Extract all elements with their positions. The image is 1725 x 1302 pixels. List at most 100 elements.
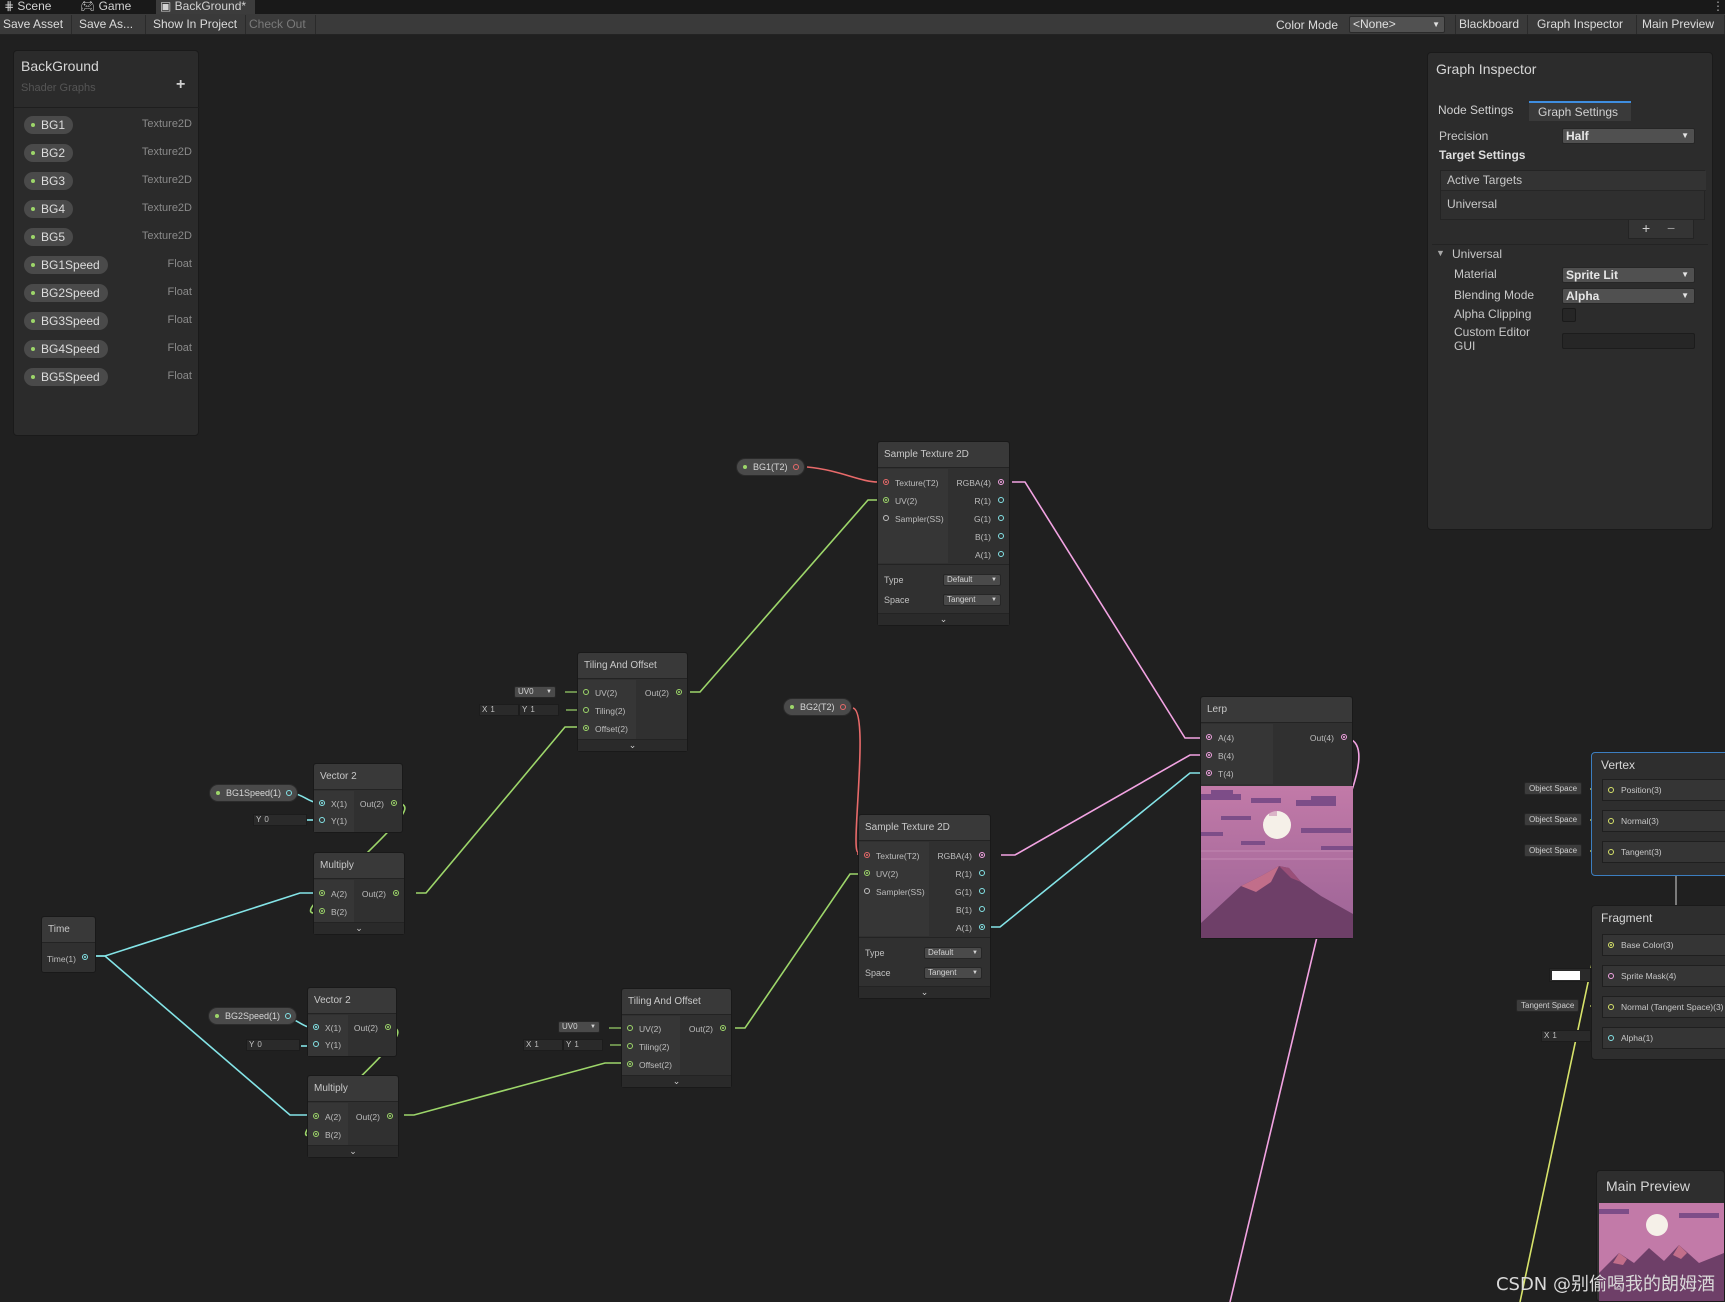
vector2-port-icon[interactable]	[583, 689, 589, 695]
vector4-port-icon[interactable]	[979, 852, 985, 858]
vector3-port-icon[interactable]	[1608, 849, 1614, 855]
uv-channel-select[interactable]: UV0 ▼	[514, 686, 556, 698]
vector2-port-icon[interactable]	[385, 1024, 391, 1030]
float-port-icon[interactable]	[979, 924, 985, 930]
property-pill[interactable]: BG2	[24, 144, 74, 162]
float-port-icon[interactable]	[285, 1013, 292, 1019]
sprite-mask-color-field[interactable]	[1549, 968, 1591, 982]
type-select[interactable]: Default ▼	[943, 574, 1001, 586]
vector2-port-icon[interactable]	[864, 870, 870, 876]
collapse-chevron-icon[interactable]: ⌄	[314, 922, 404, 934]
vector2-port-icon[interactable]	[883, 497, 889, 503]
property-pill[interactable]: BG3	[24, 172, 74, 190]
sampler-port-icon[interactable]	[864, 888, 870, 894]
tiling-x-field[interactable]: X1	[523, 1039, 563, 1051]
vector2-port-icon[interactable]	[583, 707, 589, 713]
vector3-port-icon[interactable]	[1608, 1004, 1614, 1010]
property-pill[interactable]: BG1Speed	[24, 256, 108, 274]
bg1speed-property-node[interactable]: BG1Speed(1)	[209, 784, 299, 802]
texture-port-icon[interactable]	[864, 852, 870, 858]
universal-section-heading[interactable]: Universal	[1452, 247, 1502, 261]
vector3-port-icon[interactable]	[1608, 787, 1614, 793]
position-space-field[interactable]: Object Space	[1524, 782, 1583, 795]
vector3-port-icon[interactable]	[1608, 818, 1614, 824]
property-row[interactable]: BG4Speed Float	[24, 340, 192, 358]
float-port-icon[interactable]	[1608, 1035, 1614, 1041]
vector2-y-field[interactable]: Y0	[246, 1039, 300, 1051]
multiply-node-1[interactable]: Multiply A(2) B(2) Out(2) ⌄	[313, 852, 405, 935]
vector4-port-icon[interactable]	[1206, 734, 1212, 740]
blending-mode-select[interactable]: Alpha ▼	[1562, 288, 1695, 304]
vector2-port-icon[interactable]	[627, 1043, 633, 1049]
texture-port-icon[interactable]	[883, 479, 889, 485]
vector2-port-icon[interactable]	[627, 1061, 633, 1067]
vertex-block-tangent[interactable]: Tangent(3)	[1602, 841, 1725, 863]
type-select[interactable]: Default ▼	[924, 947, 982, 959]
space-select[interactable]: Tangent ▼	[924, 967, 982, 979]
vector2-port-icon[interactable]	[313, 1113, 319, 1119]
vector4-port-icon[interactable]	[1206, 770, 1212, 776]
add-target-button[interactable]: +	[1642, 220, 1650, 236]
custom-editor-gui-field[interactable]	[1562, 333, 1695, 349]
remove-target-button[interactable]: −	[1667, 220, 1675, 236]
normal-tangent-space-field[interactable]: Tangent Space	[1516, 999, 1580, 1012]
float-port-icon[interactable]	[998, 515, 1004, 521]
float-port-icon[interactable]	[319, 817, 325, 823]
alpha-value-field[interactable]: X1	[1541, 1030, 1591, 1042]
float-port-icon[interactable]	[979, 888, 985, 894]
uv-channel-select[interactable]: UV0 ▼	[558, 1021, 600, 1033]
normal-space-field[interactable]: Object Space	[1524, 813, 1583, 826]
tiling-x-field[interactable]: X1	[479, 704, 519, 716]
float-port-icon[interactable]	[998, 551, 1004, 557]
property-row[interactable]: BG5Speed Float	[24, 368, 192, 386]
float-port-icon[interactable]	[319, 800, 325, 806]
material-select[interactable]: Sprite Lit ▼	[1562, 267, 1695, 283]
property-pill[interactable]: BG2Speed	[24, 284, 108, 302]
vector2-port-icon[interactable]	[391, 800, 397, 806]
vector4-port-icon[interactable]	[1608, 973, 1614, 979]
texture-port-icon[interactable]	[792, 464, 799, 470]
tangent-space-field[interactable]: Object Space	[1524, 844, 1583, 857]
sample-texture-node-1[interactable]: Sample Texture 2D Texture(T2) UV(2) Samp…	[877, 441, 1010, 626]
vector2-port-icon[interactable]	[313, 1131, 319, 1137]
float-port-icon[interactable]	[286, 790, 293, 796]
property-row[interactable]: BG5 Texture2D	[24, 228, 192, 246]
collapse-chevron-icon[interactable]: ⌄	[308, 1145, 398, 1157]
texture-port-icon[interactable]	[839, 704, 846, 710]
vector3-port-icon[interactable]	[1608, 942, 1614, 948]
property-row[interactable]: BG1Speed Float	[24, 256, 192, 274]
property-row[interactable]: BG3 Texture2D	[24, 172, 192, 190]
tab-graph-settings[interactable]: Graph Settings	[1529, 101, 1631, 121]
float-port-icon[interactable]	[998, 497, 1004, 503]
time-node[interactable]: Time Time(1)	[41, 916, 96, 973]
space-select[interactable]: Tangent ▼	[943, 594, 1001, 606]
vertex-block-normal[interactable]: Normal(3)	[1602, 810, 1725, 832]
float-port-icon[interactable]	[998, 533, 1004, 539]
property-row[interactable]: BG1 Texture2D	[24, 116, 192, 134]
vector2-port-icon[interactable]	[627, 1025, 633, 1031]
float-port-icon[interactable]	[313, 1024, 319, 1030]
collapse-chevron-icon[interactable]: ⌄	[859, 986, 990, 998]
bg2speed-property-node[interactable]: BG2Speed(1)	[208, 1007, 298, 1025]
property-pill[interactable]: BG5	[24, 228, 74, 246]
property-row[interactable]: BG4 Texture2D	[24, 200, 192, 218]
fragment-block-alpha[interactable]: Alpha(1)	[1602, 1027, 1725, 1049]
vector2-port-icon[interactable]	[319, 890, 325, 896]
bg2-property-node[interactable]: BG2(T2)	[783, 698, 852, 716]
fragment-block-normal[interactable]: Normal (Tangent Space)(3)	[1602, 996, 1725, 1018]
fragment-block-base-color[interactable]: Base Color(3)	[1602, 934, 1725, 956]
vector2-port-icon[interactable]	[387, 1113, 393, 1119]
add-property-icon[interactable]: +	[176, 76, 185, 94]
vector2-port-icon[interactable]	[319, 908, 325, 914]
tab-node-settings[interactable]: Node Settings	[1429, 101, 1522, 121]
vector2-port-icon[interactable]	[720, 1025, 726, 1031]
float-port-icon[interactable]	[313, 1041, 319, 1047]
target-item-universal[interactable]: Universal	[1447, 197, 1497, 211]
vector4-port-icon[interactable]	[998, 479, 1004, 485]
triangle-down-icon[interactable]: ▼	[1436, 248, 1445, 258]
property-row[interactable]: BG2Speed Float	[24, 284, 192, 302]
float-port-icon[interactable]	[979, 870, 985, 876]
float-port-icon[interactable]	[82, 954, 88, 960]
tiling-offset-node-1[interactable]: Tiling And Offset UV(2) Tiling(2) Offset…	[577, 652, 688, 752]
property-row[interactable]: BG2 Texture2D	[24, 144, 192, 162]
